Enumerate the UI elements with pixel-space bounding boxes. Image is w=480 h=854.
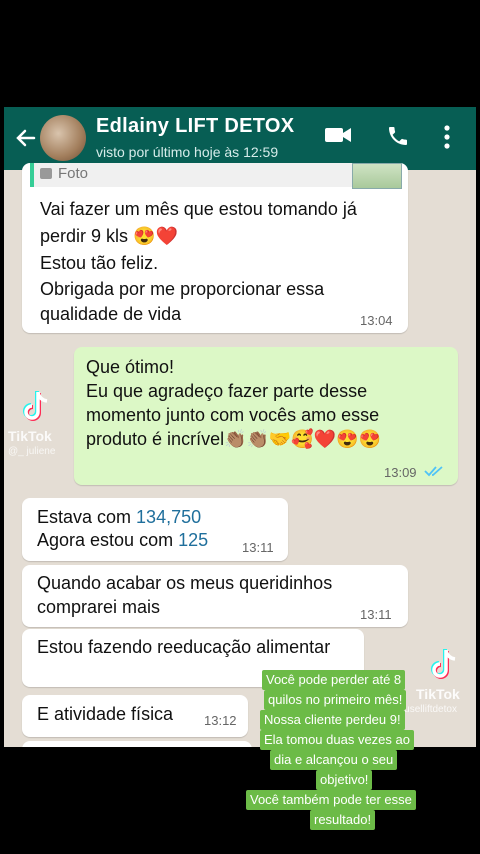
caption-line: objetivo! xyxy=(316,770,373,790)
message-text: Que ótimo! xyxy=(86,357,175,377)
quoted-photo-reply[interactable]: Foto xyxy=(30,163,402,189)
incoming-message-bubble[interactable]: E atividade física 13:12 xyxy=(22,695,248,737)
tiktok-watermark-right: TikTok @uselliftdetox xyxy=(394,648,480,718)
weight-value: 134,750 xyxy=(136,507,202,527)
tiktok-logo-icon xyxy=(431,649,456,679)
tiktok-logo-icon xyxy=(23,391,48,421)
message-text: Quando acabar os meus queridinhos xyxy=(37,573,333,593)
incoming-message-bubble[interactable]: Foto Vai fazer um mês que estou tomando … xyxy=(22,163,408,333)
message-text: produto é incrível👏🏽👏🏽🤝🥰❤️😍😍 xyxy=(86,429,381,449)
caption-line: Nossa cliente perdeu 9! xyxy=(260,710,405,730)
message-text: comprarei mais xyxy=(37,597,161,617)
message-time: 13:04 xyxy=(360,313,393,328)
last-seen-status: visto por último hoje às 12:59 xyxy=(96,144,279,160)
whatsapp-chat-screen: Edlainy LIFT DETOX visto por último hoje… xyxy=(4,107,476,747)
caption-line: quilos no primeiro mês! xyxy=(264,690,407,710)
message-text: perdir 9 kls 😍❤️ xyxy=(40,226,178,246)
message-text: Estou fazendo reeducação alimentar xyxy=(37,637,331,657)
incoming-message-bubble[interactable]: Quando acabar os meus queridinhos compra… xyxy=(22,565,408,627)
contact-name[interactable]: Edlainy LIFT DETOX xyxy=(96,115,294,138)
message-text: Estou tão feliz. xyxy=(40,253,159,273)
incoming-message-bubble[interactable] xyxy=(22,741,252,747)
page: { "header": { "contact_name": "Edlainy L… xyxy=(0,0,480,854)
quoted-label: Foto xyxy=(58,165,89,182)
chat-header: Edlainy LIFT DETOX visto por último hoje… xyxy=(4,107,476,170)
tiktok-watermark-left: TikTok @_ juliene xyxy=(8,390,68,470)
tiktok-logo-text: TikTok xyxy=(8,428,52,444)
message-text: Obrigada por me proporcionar essa xyxy=(40,279,325,299)
message-text: Eu que agradeço fazer parte desse xyxy=(86,381,368,401)
caption-line: resultado! xyxy=(310,810,376,830)
weight-value: 125 xyxy=(178,530,209,550)
message-time: 13:09 xyxy=(384,465,417,480)
emoji-sequence: 👏🏽👏🏽🤝🥰❤️😍😍 xyxy=(224,429,381,449)
message-text: Vai fazer um mês que estou tomando já xyxy=(40,199,357,219)
caption-line: Você pode perder até 8 xyxy=(262,670,406,690)
back-arrow-icon[interactable] xyxy=(14,123,38,153)
quote-accent-bar xyxy=(30,163,34,187)
double-check-read-icon xyxy=(424,466,443,477)
phone-icon[interactable] xyxy=(386,124,410,148)
avatar[interactable] xyxy=(40,115,86,161)
message-text: Estava com 134,750 xyxy=(37,507,202,527)
tiktok-username: @_ juliene xyxy=(8,446,56,457)
caption-line: dia e alcançou o seu xyxy=(270,750,398,770)
message-time: 13:12 xyxy=(204,713,237,728)
incoming-message-bubble[interactable]: Estava com 134,750 Agora estou com 125 1… xyxy=(22,498,288,561)
caption-line: Ela tomou duas vezes ao xyxy=(260,730,414,750)
message-text: qualidade de vida xyxy=(40,304,182,324)
tiktok-logo-text: TikTok xyxy=(416,686,460,702)
message-time: 13:11 xyxy=(360,607,392,622)
outgoing-message-bubble[interactable]: Que ótimo! Eu que agradeço fazer parte d… xyxy=(74,347,458,485)
message-text: momento junto com vocês amo esse xyxy=(86,405,380,425)
message-text: E atividade física xyxy=(37,704,174,724)
caption-line: Você também pode ter esse xyxy=(246,790,416,810)
emoji-heart-eyes-heart: 😍❤️ xyxy=(133,226,178,246)
video-call-icon[interactable] xyxy=(324,124,352,146)
message-text: Agora estou com 125 xyxy=(37,530,209,550)
more-options-icon[interactable] xyxy=(442,124,452,150)
quoted-photo-thumbnail xyxy=(352,163,402,189)
camera-icon xyxy=(40,168,52,179)
message-time: 13:11 xyxy=(242,540,274,555)
